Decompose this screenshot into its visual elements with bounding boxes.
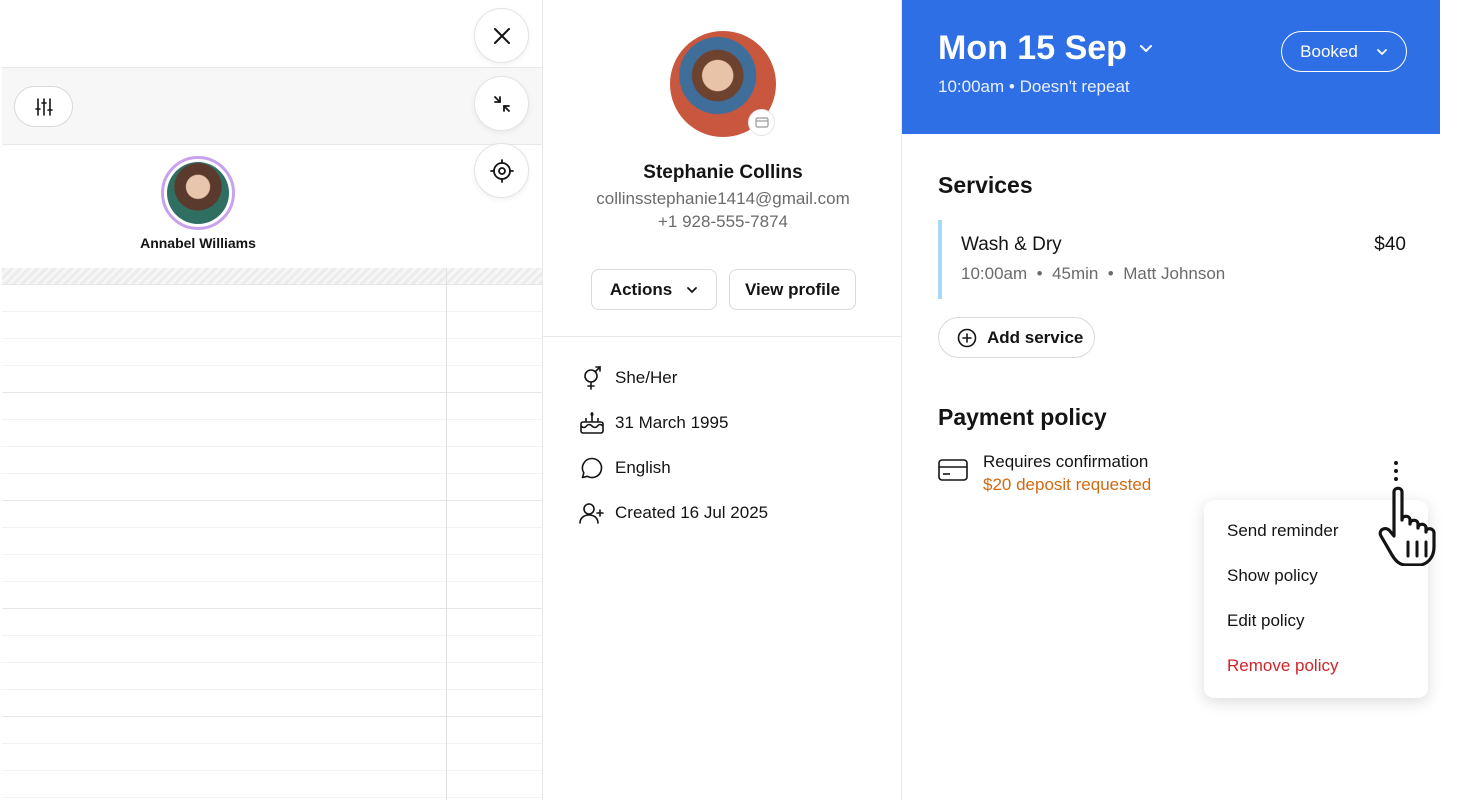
avatar-badge [748, 109, 775, 136]
service-time: 10:00am [961, 264, 1028, 283]
view-profile-button[interactable]: View profile [729, 269, 856, 310]
close-icon [493, 27, 510, 44]
pronouns-text: She/Her [615, 368, 678, 387]
add-service-button[interactable]: Add service [938, 317, 1095, 358]
appointment-date: Mon 15 Sep [938, 29, 1127, 67]
actions-button[interactable]: Actions [591, 269, 717, 310]
calendar-toolbar [2, 67, 542, 145]
credit-card-icon [938, 459, 968, 481]
pronouns-row: She/Her [579, 363, 677, 393]
add-user-icon [579, 500, 605, 526]
status-label: Booked [1300, 41, 1358, 61]
actions-label: Actions [609, 279, 673, 299]
services-title: Services [938, 172, 1033, 198]
locate-button[interactable] [474, 143, 529, 198]
service-duration: 45min [1052, 264, 1099, 283]
client-panel: Stephanie Collins collinsstephanie1414@g… [542, 0, 903, 800]
filter-button[interactable] [14, 86, 73, 127]
service-name: Wash & Dry [961, 234, 1062, 255]
payment-policy-title: Payment policy [938, 404, 1107, 430]
collapse-icon [493, 95, 510, 112]
policy-subtitle: $20 deposit requested [983, 475, 1152, 494]
card-badge-icon [754, 117, 769, 128]
service-staff: Matt Johnson [1123, 264, 1226, 283]
more-vertical-icon [1394, 461, 1398, 481]
column-divider [446, 268, 447, 800]
plus-circle-icon [957, 328, 977, 347]
calendar-view: Annabel Williams [0, 0, 542, 800]
add-service-label: Add service [987, 327, 1084, 347]
service-price: $40 [1374, 234, 1406, 255]
appointment-screen: Annabel Williams Stephanie Collins colli… [0, 0, 1460, 800]
menu-item-show-policy[interactable]: Show policy [1227, 566, 1318, 586]
divider [543, 336, 903, 337]
policy-title: Requires confirmation [983, 452, 1149, 471]
service-item[interactable]: Wash & Dry $40 10:00am • 45min • Matt Jo… [938, 220, 1406, 299]
date-selector[interactable]: Mon 15 Sep [938, 29, 1153, 68]
more-options-button[interactable] [1384, 457, 1408, 485]
dot-separator: • [1008, 77, 1020, 96]
hand-cursor-icon [1378, 486, 1436, 566]
menu-item-remove-policy[interactable]: Remove policy [1227, 656, 1339, 676]
birthday-text: 31 March 1995 [615, 413, 729, 432]
staff-name: Annabel Williams [140, 235, 256, 251]
staff-column-header[interactable]: Annabel Williams [120, 156, 276, 251]
client-phone: +1 928-555-7874 [658, 212, 788, 231]
payment-policy-row: Requires confirmation $20 deposit reques… [938, 451, 1408, 501]
service-meta: 10:00am • 45min • Matt Johnson [961, 264, 1226, 283]
chevron-down-icon [687, 286, 698, 293]
avatar [161, 156, 235, 230]
language-row: English [579, 453, 671, 483]
client-name: Stephanie Collins [643, 162, 803, 183]
status-dropdown[interactable]: Booked [1281, 31, 1407, 72]
gender-icon [579, 365, 605, 391]
calendar-grid[interactable] [2, 284, 542, 800]
sliders-icon [34, 97, 53, 116]
collapse-button[interactable] [474, 76, 529, 131]
chevron-down-icon [1376, 48, 1387, 55]
birthday-row: 31 March 1995 [579, 408, 728, 438]
appointment-subtitle[interactable]: 10:00am • Doesn't repeat [938, 77, 1130, 97]
repeat-text: Doesn't repeat [1019, 77, 1130, 96]
birthday-cake-icon [579, 410, 605, 436]
appointment-time: 10:00am [938, 77, 1005, 96]
client-email: collinsstephanie1414@gmail.com [596, 189, 850, 208]
created-text: Created 16 Jul 2025 [615, 503, 769, 522]
calendar-blocked-strip [2, 268, 542, 284]
menu-item-send-reminder[interactable]: Send reminder [1227, 521, 1339, 541]
menu-item-edit-policy[interactable]: Edit policy [1227, 611, 1304, 631]
language-text: English [615, 458, 671, 477]
view-profile-label: View profile [744, 279, 841, 299]
created-row: Created 16 Jul 2025 [579, 498, 768, 528]
chevron-down-icon [1139, 45, 1152, 52]
appointment-header: Mon 15 Sep 10:00am • Doesn't repeat Book… [902, 0, 1440, 134]
crosshair-icon [489, 158, 514, 183]
close-button[interactable] [474, 8, 529, 63]
chat-bubble-icon [579, 455, 605, 481]
